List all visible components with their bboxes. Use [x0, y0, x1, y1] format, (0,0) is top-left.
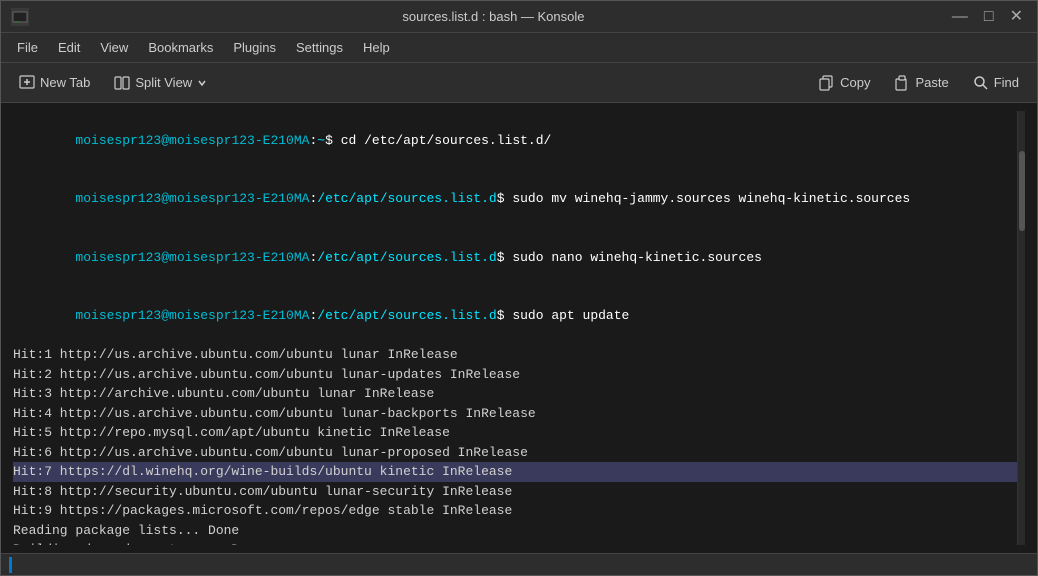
terminal-line: Hit:9 https://packages.microsoft.com/rep… — [13, 501, 1017, 521]
scrollbar[interactable] — [1017, 111, 1025, 545]
terminal-line: Hit:8 http://security.ubuntu.com/ubuntu … — [13, 482, 1017, 502]
terminal-line: Hit:3 http://archive.ubuntu.com/ubuntu l… — [13, 384, 1017, 404]
find-button[interactable]: Find — [963, 70, 1029, 96]
terminal-line: Hit:2 http://us.archive.ubuntu.com/ubunt… — [13, 365, 1017, 385]
find-icon — [973, 75, 989, 91]
terminal-line: Hit:5 http://repo.mysql.com/apt/ubuntu k… — [13, 423, 1017, 443]
terminal-line: Hit:6 http://us.archive.ubuntu.com/ubunt… — [13, 443, 1017, 463]
terminal-line-highlight: Hit:7 https://dl.winehq.org/wine-builds/… — [13, 462, 1017, 482]
window-controls: — □ ✕ — [948, 7, 1027, 27]
maximize-button[interactable]: □ — [980, 7, 998, 27]
copy-icon — [819, 75, 835, 91]
terminal-area[interactable]: moisespr123@moisespr123-E210MA:~$ cd /et… — [1, 103, 1037, 553]
konsole-window: _ sources.list.d : bash — Konsole — □ ✕ … — [0, 0, 1038, 576]
titlebar: _ sources.list.d : bash — Konsole — □ ✕ — [1, 1, 1037, 33]
new-tab-icon — [19, 75, 35, 91]
new-tab-button[interactable]: New Tab — [9, 70, 100, 96]
copy-button[interactable]: Copy — [809, 70, 880, 96]
find-label: Find — [994, 75, 1019, 90]
paste-icon — [894, 75, 910, 91]
split-view-icon — [114, 75, 130, 91]
menu-file[interactable]: File — [9, 36, 46, 59]
close-button[interactable]: ✕ — [1006, 7, 1027, 27]
paste-button[interactable]: Paste — [884, 70, 958, 96]
terminal-line: Building dependency tree... Done — [13, 540, 1017, 545]
menu-plugins[interactable]: Plugins — [225, 36, 284, 59]
terminal-line: moisespr123@moisespr123-E210MA:/etc/apt/… — [13, 228, 1017, 287]
terminal-line: Reading package lists... Done — [13, 521, 1017, 541]
menubar: File Edit View Bookmarks Plugins Setting… — [1, 33, 1037, 63]
menu-view[interactable]: View — [92, 36, 136, 59]
app-icon: _ — [11, 8, 29, 26]
minimize-button[interactable]: — — [948, 7, 972, 27]
terminal-line: Hit:4 http://us.archive.ubuntu.com/ubunt… — [13, 404, 1017, 424]
terminal-line: Hit:1 http://us.archive.ubuntu.com/ubunt… — [13, 345, 1017, 365]
statusbar — [1, 553, 1037, 575]
scrollbar-thumb[interactable] — [1019, 151, 1025, 231]
paste-label: Paste — [915, 75, 948, 90]
terminal-line: moisespr123@moisespr123-E210MA:/etc/apt/… — [13, 170, 1017, 229]
copy-label: Copy — [840, 75, 870, 90]
menu-help[interactable]: Help — [355, 36, 398, 59]
terminal-line: moisespr123@moisespr123-E210MA:~$ cd /et… — [13, 111, 1017, 170]
window-title: sources.list.d : bash — Konsole — [39, 9, 948, 24]
split-view-label: Split View — [135, 75, 192, 90]
menu-settings[interactable]: Settings — [288, 36, 351, 59]
terminal-line: moisespr123@moisespr123-E210MA:/etc/apt/… — [13, 287, 1017, 346]
status-indicator — [9, 557, 12, 573]
menu-edit[interactable]: Edit — [50, 36, 88, 59]
new-tab-label: New Tab — [40, 75, 90, 90]
terminal-content: moisespr123@moisespr123-E210MA:~$ cd /et… — [13, 111, 1017, 545]
chevron-down-icon — [197, 78, 207, 88]
menu-bookmarks[interactable]: Bookmarks — [140, 36, 221, 59]
toolbar: New Tab Split View Copy Pa — [1, 63, 1037, 103]
split-view-button[interactable]: Split View — [104, 70, 217, 96]
